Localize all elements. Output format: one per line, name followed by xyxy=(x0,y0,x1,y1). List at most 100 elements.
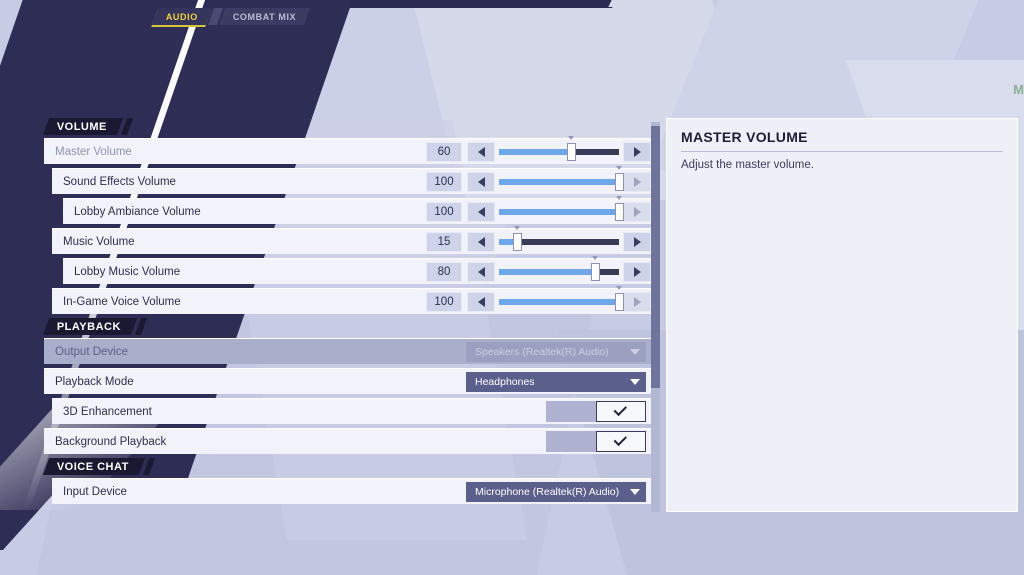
watermark: M xyxy=(1013,82,1024,97)
setting-label: Music Volume xyxy=(52,236,135,248)
setting-label: Lobby Music Volume xyxy=(63,266,180,278)
slider-tick-marker-icon xyxy=(616,286,622,290)
slider-fill xyxy=(499,269,595,275)
setting-label: Output Device xyxy=(44,346,128,358)
info-panel-title: MASTER VOLUME xyxy=(681,129,1003,151)
increase-arrow-icon[interactable] xyxy=(623,202,651,222)
setting-dropdown[interactable]: Headphones xyxy=(466,372,646,392)
slider-handle[interactable] xyxy=(615,173,624,191)
setting-dropdown[interactable]: Speakers (Realtek(R) Audio) xyxy=(466,342,646,362)
setting-value-box[interactable]: 100 xyxy=(426,292,462,312)
toggle-on-half[interactable] xyxy=(596,401,646,422)
slider-tick-marker-icon xyxy=(616,166,622,170)
setting-slider[interactable] xyxy=(499,172,619,192)
slider-handle[interactable] xyxy=(567,143,576,161)
setting-label: Playback Mode xyxy=(44,376,134,388)
decrease-arrow-icon[interactable] xyxy=(467,202,495,222)
setting-row-master-volume[interactable]: Master Volume 60 xyxy=(44,138,651,164)
toggle-off-half[interactable] xyxy=(546,431,596,452)
setting-label: Input Device xyxy=(52,486,127,498)
setting-row-output-device[interactable]: Output Device Speakers (Realtek(R) Audio) xyxy=(44,338,651,364)
setting-row-in-game-voice-volume[interactable]: In-Game Voice Volume 100 xyxy=(52,288,651,314)
decrease-arrow-icon[interactable] xyxy=(467,292,495,312)
info-panel: MASTER VOLUME Adjust the master volume. xyxy=(666,118,1018,512)
chevron-down-icon xyxy=(630,349,640,355)
setting-value-box[interactable]: 80 xyxy=(426,262,462,282)
setting-row-input-device[interactable]: Input Device Microphone (Realtek(R) Audio… xyxy=(52,478,651,504)
section-title-accent xyxy=(121,118,133,135)
increase-arrow-icon[interactable] xyxy=(623,142,651,162)
section-title-chip: VOICE CHAT xyxy=(43,458,145,475)
info-panel-divider xyxy=(681,151,1003,152)
setting-label: Sound Effects Volume xyxy=(52,176,176,188)
section-title-accent xyxy=(143,458,155,475)
decrease-arrow-icon[interactable] xyxy=(467,142,495,162)
setting-value-box[interactable]: 100 xyxy=(426,202,462,222)
setting-value-box[interactable]: 100 xyxy=(426,172,462,192)
setting-slider[interactable] xyxy=(499,292,619,312)
section-title-label: PLAYBACK xyxy=(57,321,121,333)
decrease-arrow-icon[interactable] xyxy=(467,262,495,282)
slider-tick-marker-icon xyxy=(568,136,574,140)
tab-combat-mix[interactable]: COMBAT MIX xyxy=(219,8,311,25)
setting-label: Background Playback xyxy=(44,436,166,448)
slider-tick-marker-icon xyxy=(616,196,622,200)
setting-row-lobby-music-volume[interactable]: Lobby Music Volume 80 xyxy=(63,258,651,284)
check-icon xyxy=(614,403,627,416)
setting-label: In-Game Voice Volume xyxy=(52,296,181,308)
section-header-volume: VOLUME xyxy=(44,118,651,137)
settings-tab-bar: AUDIO COMBAT MIX xyxy=(155,4,307,28)
toggle-off-half[interactable] xyxy=(546,401,596,422)
section-header-voice-chat: VOICE CHAT xyxy=(44,458,651,477)
setting-slider[interactable] xyxy=(499,232,619,252)
settings-scrollbar-thumb[interactable] xyxy=(651,126,660,388)
info-panel-description: Adjust the master volume. xyxy=(681,159,1003,171)
chevron-down-icon xyxy=(630,489,640,495)
dropdown-selected-value: Speakers (Realtek(R) Audio) xyxy=(475,346,609,358)
setting-slider[interactable] xyxy=(499,202,619,222)
slider-handle[interactable] xyxy=(591,263,600,281)
setting-toggle[interactable] xyxy=(546,431,646,452)
slider-tick-marker-icon xyxy=(514,226,520,230)
game-settings-screen: AUDIO COMBAT MIX VOLUME Master Volume 60 Sou… xyxy=(0,0,1024,575)
slider-tick-marker-icon xyxy=(592,256,598,260)
setting-slider[interactable] xyxy=(499,262,619,282)
decrease-arrow-icon[interactable] xyxy=(467,232,495,252)
settings-list: VOLUME Master Volume 60 Sound Effects Volum… xyxy=(44,118,651,508)
setting-row-3d-enhancement[interactable]: 3D Enhancement xyxy=(52,398,651,424)
dropdown-selected-value: Headphones xyxy=(475,376,535,388)
setting-row-playback-mode[interactable]: Playback Mode Headphones xyxy=(44,368,651,394)
dropdown-selected-value: Microphone (Realtek(R) Audio) xyxy=(475,486,619,498)
section-title-chip: PLAYBACK xyxy=(43,318,137,335)
section-title-label: VOICE CHAT xyxy=(57,461,129,473)
section-title-label: VOLUME xyxy=(57,121,107,133)
slider-fill xyxy=(499,209,619,215)
setting-row-sound-effects-volume[interactable]: Sound Effects Volume 100 xyxy=(52,168,651,194)
slider-handle[interactable] xyxy=(513,233,522,251)
section-title-accent xyxy=(135,318,147,335)
increase-arrow-icon[interactable] xyxy=(623,232,651,252)
slider-handle[interactable] xyxy=(615,203,624,221)
increase-arrow-icon[interactable] xyxy=(623,172,651,192)
setting-label: Master Volume xyxy=(44,146,132,158)
setting-value-box[interactable]: 15 xyxy=(426,232,462,252)
increase-arrow-icon[interactable] xyxy=(623,262,651,282)
slider-fill xyxy=(499,299,619,305)
decrease-arrow-icon[interactable] xyxy=(467,172,495,192)
check-icon xyxy=(614,433,627,446)
toggle-on-half[interactable] xyxy=(596,431,646,452)
setting-row-background-playback[interactable]: Background Playback xyxy=(44,428,651,454)
increase-arrow-icon[interactable] xyxy=(623,292,651,312)
tab-audio[interactable]: AUDIO xyxy=(152,8,212,25)
setting-dropdown[interactable]: Microphone (Realtek(R) Audio) xyxy=(466,482,646,502)
tab-label: COMBAT MIX xyxy=(233,11,296,21)
setting-label: 3D Enhancement xyxy=(52,406,152,418)
setting-row-music-volume[interactable]: Music Volume 15 xyxy=(52,228,651,254)
setting-value-box[interactable]: 60 xyxy=(426,142,462,162)
setting-slider[interactable] xyxy=(499,142,619,162)
chevron-down-icon xyxy=(630,379,640,385)
slider-handle[interactable] xyxy=(615,293,624,311)
setting-toggle[interactable] xyxy=(546,401,646,422)
slider-fill xyxy=(499,149,571,155)
setting-row-lobby-ambiance-volume[interactable]: Lobby Ambiance Volume100 xyxy=(63,198,651,224)
